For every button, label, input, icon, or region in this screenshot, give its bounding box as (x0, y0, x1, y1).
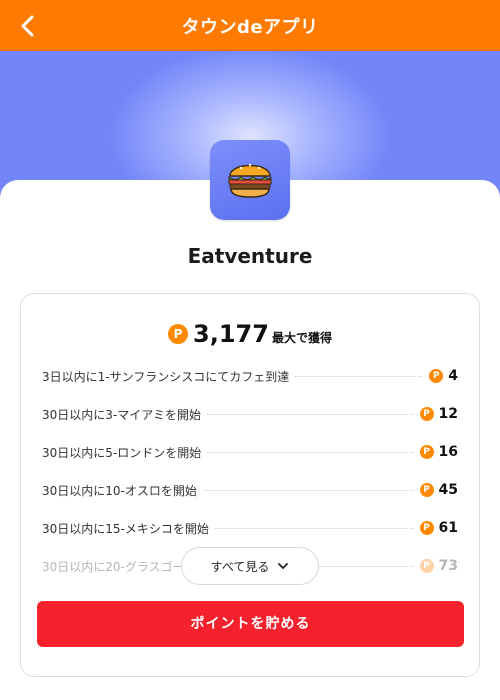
top-bar: タウンdeアプリ (0, 0, 500, 51)
earn-points-button[interactable]: ポイントを貯める (37, 601, 464, 647)
point-coin-icon: P (419, 559, 434, 573)
total-points: P 3,177 最大で獲得 (21, 320, 479, 348)
point-coin-icon: P (419, 521, 434, 535)
reward-points: P4 (423, 366, 458, 386)
app-icon (210, 140, 290, 220)
reward-label: 30日以内に3-マイアミを開始 (42, 406, 207, 423)
reward-points: P 73 (413, 556, 458, 576)
see-all-button[interactable]: すべて見る (181, 547, 319, 585)
reward-label: 30日以内に15-メキシコを開始 (42, 520, 215, 537)
point-coin-icon: P (419, 445, 434, 459)
app-name: Eatventure (187, 244, 313, 268)
chevron-down-icon (278, 563, 289, 569)
rewards-card: P 3,177 最大で獲得 3日以内に1-サンフランシスコにてカフェ到達 P4 30… (20, 293, 480, 677)
reward-points-value: 73 (438, 558, 458, 574)
reward-row: 30日以内に10-オスロを開始 P 45 (42, 480, 458, 500)
reward-points: P 16 (413, 442, 458, 462)
reward-row: 30日以内に3-マイアミを開始 P 12 (42, 404, 458, 424)
reward-points: P 12 (413, 404, 458, 424)
reward-label: 30日以内に20-グラスゴー (42, 558, 191, 575)
reward-points-value: 16 (438, 444, 458, 460)
total-points-suffix: 最大で獲得 (271, 331, 332, 345)
reward-label: 3日以内に1-サンフランシスコにてカフェ到達 (42, 368, 296, 385)
reward-points: P 45 (413, 480, 458, 500)
reward-points-value: 12 (438, 406, 458, 422)
point-coin-icon: P (419, 483, 434, 497)
see-all-label: すべて見る (210, 559, 270, 574)
point-coin-icon: P (168, 323, 189, 344)
reward-points-value: 61 (438, 520, 458, 536)
reward-label: 30日以内に5-ロンドンを開始 (42, 444, 208, 461)
reward-row: 30日以内に15-メキシコを開始 P 61 (42, 518, 458, 538)
reward-points-value: 45 (438, 482, 458, 498)
hamburger-icon (228, 163, 272, 198)
point-coin-icon: P (419, 407, 434, 421)
reward-points: P 61 (413, 518, 458, 538)
total-points-value: 3,177 (193, 320, 269, 348)
reward-points-value: 4 (448, 368, 458, 384)
reward-row: 30日以内に5-ロンドンを開始 P 16 (42, 442, 458, 462)
header-title: タウンdeアプリ (181, 17, 319, 38)
reward-label: 30日以内に10-オスロを開始 (42, 482, 203, 499)
point-coin-icon: P (429, 369, 444, 383)
reward-row: 3日以内に1-サンフランシスコにてカフェ到達 P4 (42, 366, 458, 386)
